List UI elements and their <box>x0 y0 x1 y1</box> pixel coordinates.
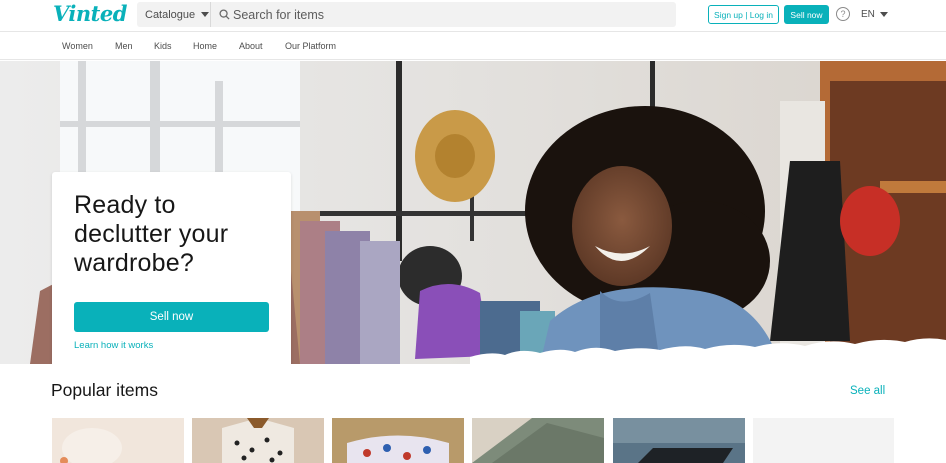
see-all-link[interactable]: See all <box>850 385 885 397</box>
vinted-logo[interactable]: Vinted <box>53 1 127 26</box>
item-card[interactable] <box>613 418 745 463</box>
nav-item-kids[interactable]: Kids <box>154 41 172 51</box>
hero-banner: Ready to declutter your wardrobe? Sell n… <box>0 61 946 364</box>
item-card[interactable] <box>52 418 184 463</box>
popular-items-title: Popular items <box>51 380 158 400</box>
clothing-photo-icon <box>52 418 184 463</box>
chevron-down-icon <box>201 12 210 17</box>
signup-login-button[interactable]: Sign up | Log in <box>708 5 779 24</box>
search-bar: Catalogue <box>137 2 676 27</box>
search-input[interactable] <box>233 2 663 27</box>
floral-garment-photo-icon <box>332 418 464 463</box>
nav-item-men[interactable]: Men <box>115 41 133 51</box>
empty-photo-icon <box>753 418 894 463</box>
language-selector[interactable]: EN <box>861 9 888 20</box>
catalogue-dropdown[interactable]: Catalogue <box>137 2 211 27</box>
catalogue-label: Catalogue <box>145 8 196 21</box>
language-label: EN <box>861 9 875 20</box>
hero-card: Ready to declutter your wardrobe? Sell n… <box>52 172 291 364</box>
nav-item-our-platform[interactable]: Our Platform <box>285 41 336 51</box>
item-card[interactable] <box>472 418 604 463</box>
learn-how-it-works-link[interactable]: Learn how it works <box>74 340 153 351</box>
nav-item-about[interactable]: About <box>239 41 263 51</box>
nav-item-women[interactable]: Women <box>62 41 93 51</box>
nav-item-home[interactable]: Home <box>193 41 217 51</box>
item-card[interactable] <box>332 418 464 463</box>
item-card[interactable] <box>192 418 324 463</box>
category-nav: Women Men Kids Home About Our Platform <box>0 33 946 60</box>
sell-now-header-button[interactable]: Sell now <box>784 5 829 24</box>
dotted-blouse-on-hanger-photo-icon <box>192 418 324 463</box>
chevron-down-icon <box>879 12 888 17</box>
item-card[interactable] <box>753 418 894 463</box>
top-header: Vinted Catalogue Sign up | Log in Sell n… <box>0 0 946 32</box>
laptop-photo-icon <box>613 418 745 463</box>
search-icon <box>219 9 230 20</box>
sell-now-hero-button[interactable]: Sell now <box>74 302 269 332</box>
hero-title: Ready to declutter your wardrobe? <box>74 191 229 277</box>
knit-fabric-photo-icon <box>472 418 604 463</box>
help-icon[interactable]: ? <box>836 7 850 21</box>
